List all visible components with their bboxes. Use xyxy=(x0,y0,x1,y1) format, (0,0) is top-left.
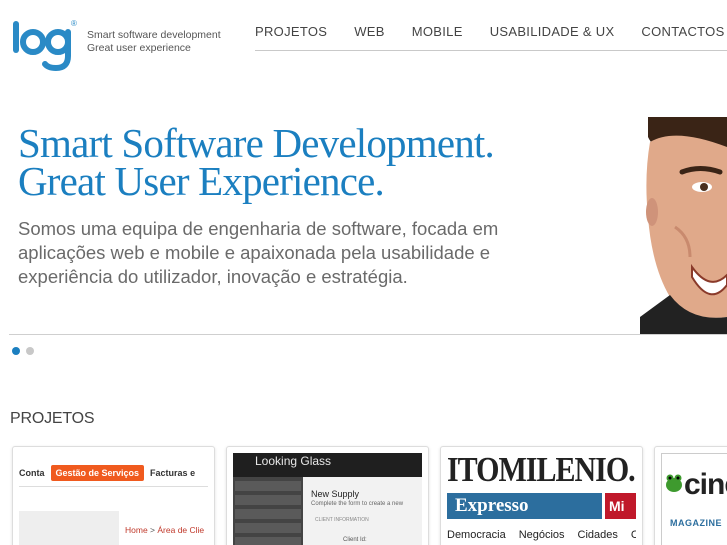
log-logo[interactable]: ® xyxy=(12,18,82,72)
thumb-section-item: Democracia xyxy=(447,529,506,541)
hero-title-line-1: Smart Software Development. xyxy=(18,120,495,166)
hero-title-line-2: Great User Experience. xyxy=(18,158,385,204)
svg-text:®: ® xyxy=(71,19,77,28)
thumb-subtitle: Complete the form to create a new xyxy=(311,501,404,507)
hero-photo-smiling-man xyxy=(630,117,727,334)
breadcrumb-separator: > xyxy=(147,525,158,535)
frog-icon xyxy=(666,474,682,492)
nav-item-projetos[interactable]: PROJETOS xyxy=(255,24,327,39)
breadcrumb-area: Área de Clie xyxy=(157,525,205,535)
thumb-section-item: Cidades xyxy=(577,529,618,541)
tagline-line-1: Smart software development xyxy=(87,29,221,41)
thumb-divider xyxy=(19,486,208,487)
thumb-field-label: Client Id: xyxy=(343,537,367,543)
thumb-breadcrumb: Home > Área de Clie xyxy=(125,525,204,535)
thumb-app-header: Looking Glass xyxy=(233,453,422,477)
thumb-frame: cine MAGAZINE xyxy=(661,453,727,545)
thumb-menu: Conta Gestão de Serviços Facturas e xyxy=(19,463,208,483)
thumb-sidebar-row xyxy=(235,523,301,533)
thumb-sections: Democracia Negócios Cidades Co xyxy=(447,529,636,541)
site-header: ® Smart software development Great user … xyxy=(0,0,727,80)
project-thumbnail-3[interactable]: ITOMILENIO. Expresso Mi Democracia Negóc… xyxy=(440,446,643,545)
thumb-sidebar-row xyxy=(235,537,301,545)
main-nav: PROJETOS WEB MOBILE USABILIDADE & UX CON… xyxy=(255,24,727,39)
projects-section-title: PROJETOS xyxy=(10,410,95,427)
slider-dot-1[interactable] xyxy=(12,347,20,355)
thumb-masthead: ITOMILENIO. xyxy=(447,451,636,497)
hero-divider xyxy=(9,334,727,335)
tagline-line-2: Great user experience xyxy=(87,42,191,54)
nav-item-web[interactable]: WEB xyxy=(354,24,385,39)
thumb-label-magazine: MAGAZINE xyxy=(670,518,722,528)
thumb-panel xyxy=(19,511,119,545)
logo-icon: ® xyxy=(13,19,77,72)
nav-item-mobile[interactable]: MOBILE xyxy=(412,24,463,39)
thumb-brand-cine: cine xyxy=(684,468,727,501)
project-thumbnail-2[interactable]: Looking Glass New Supply Complete the fo… xyxy=(226,446,429,545)
nav-item-contactos[interactable]: CONTACTOS xyxy=(641,24,724,39)
thumb-brand-expresso: Expresso xyxy=(447,493,602,519)
project-thumbnail-4[interactable]: cine MAGAZINE xyxy=(654,446,727,545)
thumb-menu-item: Facturas e xyxy=(150,468,196,478)
hero-description: Somos uma equipa de engenharia de softwa… xyxy=(18,218,499,287)
thumb-menu-item: Conta xyxy=(19,468,45,478)
thumb-sidebar-row xyxy=(235,481,301,491)
hero-slider: Smart Software Development. Great User E… xyxy=(0,100,727,336)
thumb-menu-item-selected: Gestão de Serviços xyxy=(50,465,145,481)
thumb-sidebar-row xyxy=(235,495,301,505)
thumb-section-label: CLIENT INFORMATION xyxy=(315,517,369,523)
thumb-topbar xyxy=(19,453,208,459)
thumb-sidebar-row xyxy=(235,509,301,519)
nav-item-usabilidade[interactable]: USABILIDADE & UX xyxy=(490,24,615,39)
thumb-main: New Supply Complete the form to create a… xyxy=(303,477,422,545)
thumb-brand-secondary: Mi xyxy=(605,493,636,519)
hero-title: Smart Software Development. Great User E… xyxy=(18,120,495,204)
thumb-section-item: Negócios xyxy=(518,529,565,541)
tagline: Smart software development Great user ex… xyxy=(87,29,221,55)
thumb-heading: New Supply xyxy=(311,489,360,499)
thumb-sidebar xyxy=(233,477,303,545)
nav-divider xyxy=(255,50,727,51)
slider-dot-2[interactable] xyxy=(26,347,34,355)
project-thumbnail-1[interactable]: Conta Gestão de Serviços Facturas e Home… xyxy=(12,446,215,545)
breadcrumb-home: Home xyxy=(125,525,148,535)
thumb-section-item: Co xyxy=(631,529,636,541)
slider-dots xyxy=(12,347,34,355)
